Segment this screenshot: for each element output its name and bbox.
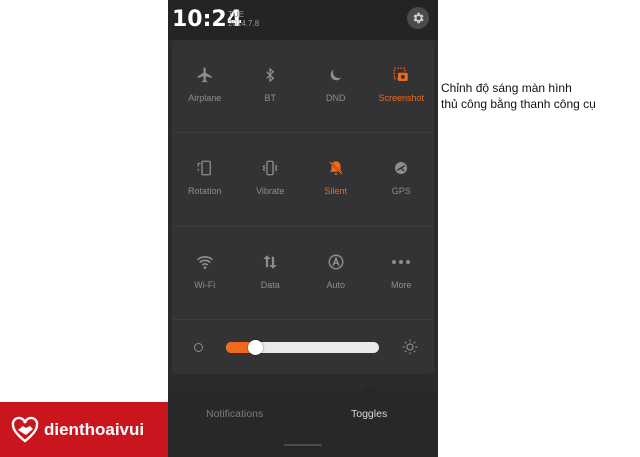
rotation-icon [194,157,216,179]
toggle-label: Auto [326,280,345,290]
brightness-bar [172,321,434,374]
toggle-bluetooth[interactable]: BT [238,40,304,132]
toggle-airplane[interactable]: Airplane [172,40,238,132]
toggle-wifi[interactable]: Wi-Fi [172,227,238,319]
brightness-low-icon [194,343,203,352]
bluetooth-icon [259,64,281,86]
heart-handshake-icon [11,416,39,443]
screenshot-icon [390,64,412,86]
toggle-dnd[interactable]: DND [303,40,369,132]
airplane-icon [194,64,216,86]
toggle-silent[interactable]: Silent [303,133,369,226]
toggle-label: Rotation [187,186,222,196]
brightness-slider[interactable] [226,340,379,355]
gps-icon [390,157,412,179]
toggle-row: Rotation Vibrate Silent GPS [172,133,434,227]
caption: Chỉnh độ sáng màn hình thủ công bằng tha… [441,80,640,112]
toggle-screenshot[interactable]: Screenshot [369,40,435,132]
more-dots-icon [390,251,412,273]
date: 2014.7.8 [228,19,260,28]
toggle-label: DND [326,93,346,103]
toggle-label: Silent [324,186,347,196]
toggle-label: Wi-Fi [194,280,216,290]
home-indicator [284,444,322,446]
toggle-vibrate[interactable]: Vibrate [238,133,304,226]
moon-icon [325,64,347,86]
toggle-row: Wi-Fi Data Auto More [172,227,434,320]
brand-logo: dienthoaivui [0,402,168,457]
page: 10:24 TUE 2014.7.8 Airplane BT DND Scree… [0,0,640,457]
toggle-rotation[interactable]: Rotation [172,133,238,226]
tab-toggles[interactable]: Toggles [351,408,387,420]
toggle-label: Vibrate [256,186,285,196]
auto-icon [325,251,347,273]
weekday: TUE [228,10,244,19]
bottom-tabs: Notifications Toggles [168,392,438,457]
caption-line: Chỉnh độ sáng màn hình [441,81,572,95]
toggle-panel: Airplane BT DND Screenshot Rotation Vibr… [172,40,434,374]
brand-name: dienthoaivui [44,419,145,439]
wifi-icon [194,251,216,273]
toggle-gps[interactable]: GPS [369,133,435,226]
toggle-data[interactable]: Data [238,227,304,319]
toggle-row: Airplane BT DND Screenshot [172,40,434,133]
sun-icon [402,339,418,355]
toggle-label: Screenshot [378,93,425,103]
caption-line: thủ công bằng thanh công cụ [441,97,596,111]
toggle-label: Airplane [188,93,222,103]
toggle-more[interactable]: More [369,227,435,319]
toggle-label: BT [264,93,276,103]
toggle-grid: Airplane BT DND Screenshot Rotation Vibr… [172,40,434,320]
toggle-label: Data [260,280,280,290]
data-arrows-icon [259,251,281,273]
tab-notifications[interactable]: Notifications [206,408,263,420]
status-bar: 10:24 TUE 2014.7.8 [168,0,438,40]
date-block: TUE 2014.7.8 [228,10,259,28]
toggle-label: More [390,280,412,290]
phone-screen: 10:24 TUE 2014.7.8 Airplane BT DND Scree… [168,0,438,457]
toggle-label: GPS [391,186,411,196]
active-tab-caret [362,384,378,392]
brightness-slider-thumb[interactable] [248,340,264,355]
bell-off-icon [325,157,347,179]
settings-button[interactable] [407,7,429,29]
gear-icon [413,12,424,24]
vibrate-icon [259,157,281,179]
toggle-auto[interactable]: Auto [303,227,369,319]
